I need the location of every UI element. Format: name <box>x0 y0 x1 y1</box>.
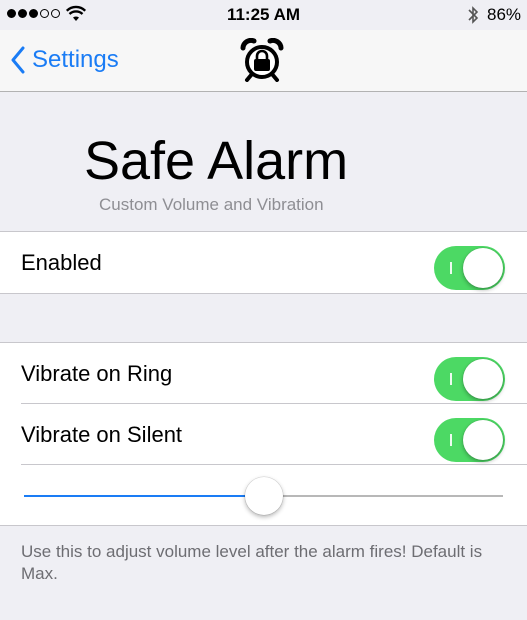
alarm-clock-lock-icon <box>240 38 284 82</box>
back-button[interactable]: Settings <box>10 43 119 77</box>
volume-description: Use this to adjust volume level after th… <box>21 542 483 583</box>
vibrate-silent-row: Vibrate on Silent <box>0 404 527 465</box>
enabled-label: Enabled <box>21 250 102 275</box>
page-title: Safe Alarm <box>84 131 349 191</box>
enabled-group: Enabled <box>0 231 527 294</box>
page-subtitle: Custom Volume and Vibration <box>99 195 324 214</box>
toggle-knob <box>463 248 503 288</box>
slider-track-empty <box>263 495 503 497</box>
vibrate-ring-row: Vibrate on Ring <box>0 343 527 404</box>
volume-slider[interactable] <box>0 465 527 525</box>
enabled-toggle[interactable] <box>434 246 505 290</box>
status-bar: 11:25 AM 86% <box>0 0 527 30</box>
vibration-group: Vibrate on Ring Vibrate on Silent <box>0 342 527 526</box>
toggle-knob <box>463 420 503 460</box>
app-header: Safe Alarm Custom Volume and Vibration <box>0 92 527 232</box>
vibrate-ring-toggle[interactable] <box>434 357 505 401</box>
enabled-row: Enabled <box>0 232 527 293</box>
slider-thumb[interactable] <box>244 477 283 515</box>
status-time: 11:25 AM <box>226 5 301 24</box>
vibrate-silent-label: Vibrate on Silent <box>21 422 183 447</box>
chevron-left-icon <box>11 46 25 74</box>
vibrate-silent-toggle[interactable] <box>434 418 505 462</box>
navigation-bar: Settings <box>0 30 527 92</box>
vibrate-ring-label: Vibrate on Ring <box>21 361 173 386</box>
slider-track-filled <box>24 495 264 497</box>
toggle-knob <box>463 359 503 399</box>
back-button-label: Settings <box>32 46 119 73</box>
bluetooth-icon <box>468 6 479 24</box>
battery-percent: 86% <box>487 5 522 24</box>
